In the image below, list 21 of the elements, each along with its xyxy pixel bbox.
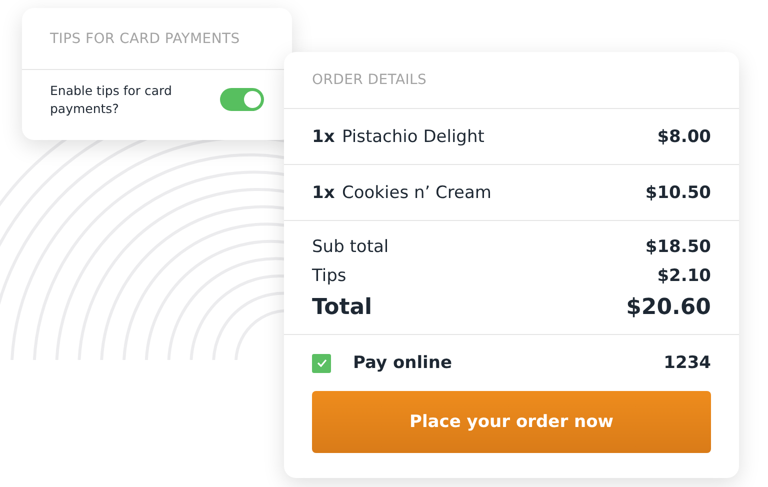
item-name: Cookies n’ Cream — [342, 182, 492, 202]
item-price: $10.50 — [645, 182, 711, 202]
payment-label: Pay online — [353, 353, 454, 373]
total-label: Total — [312, 295, 372, 320]
setting-label: Enable tips for card payments? — [50, 82, 173, 117]
toggle-switch[interactable] — [220, 88, 264, 111]
subtotal-amount: $2.10 — [657, 266, 711, 286]
checkbox[interactable] — [312, 354, 331, 372]
item-name: Pistachio Delight — [342, 126, 486, 146]
subtotal-label: Tips — [312, 266, 346, 286]
item-quantity: 1x — [312, 182, 336, 202]
payment-code: 1234 — [664, 353, 711, 373]
subtotal-label: Sub total — [312, 237, 389, 257]
check-icon — [316, 359, 326, 367]
total-amount: $20.60 — [626, 295, 711, 320]
subtotal-amount: $18.50 — [645, 237, 711, 257]
item-quantity: 1x — [312, 126, 336, 146]
place-order-button[interactable]: Place your order now — [312, 391, 711, 453]
item-price: $8.00 — [657, 126, 711, 146]
card-title: ORDER DETAILS — [312, 72, 427, 88]
card-title: TIPS FOR CARD PAYMENTS — [50, 30, 240, 46]
